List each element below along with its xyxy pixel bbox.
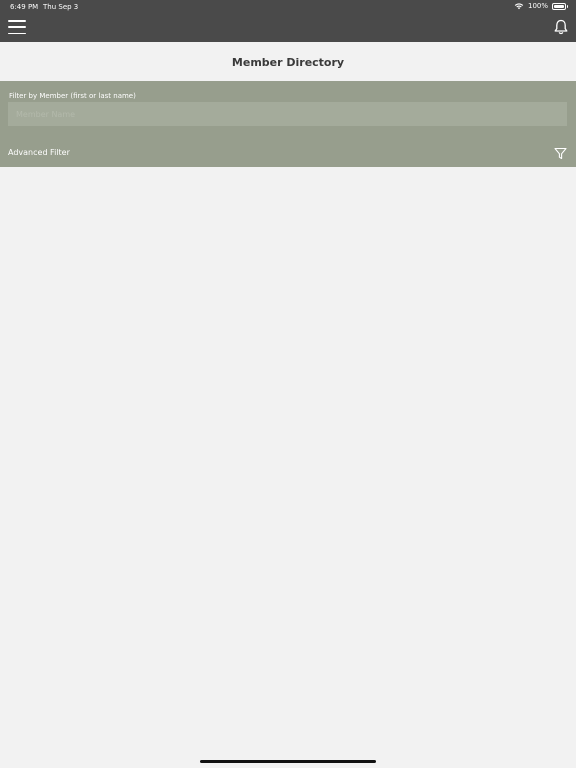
menu-line — [8, 32, 26, 34]
advanced-filter-link[interactable]: Advanced Filter — [8, 148, 70, 157]
wifi-icon — [514, 2, 524, 10]
status-time: 6:49 PM — [10, 3, 39, 11]
app-screen: 6:49 PM Thu Sep 3 100% Member Directory … — [0, 0, 576, 768]
status-bar: 6:49 PM Thu Sep 3 100% — [0, 0, 576, 14]
battery-icon — [552, 2, 568, 10]
status-date: Thu Sep 3 — [43, 3, 79, 11]
home-indicator[interactable] — [200, 760, 376, 763]
top-bar: 6:49 PM Thu Sep 3 100% — [0, 0, 576, 42]
page-title: Member Directory — [231, 55, 345, 69]
bell-icon[interactable] — [554, 19, 568, 35]
menu-line — [8, 20, 26, 22]
menu-line — [8, 26, 26, 28]
member-filter-label: Filter by Member (first or last name) — [9, 92, 136, 100]
battery-fill — [554, 4, 564, 8]
battery-percent: 100% — [527, 2, 548, 10]
member-list — [0, 167, 576, 757]
filter-panel: Filter by Member (first or last name) Ad… — [0, 81, 576, 167]
title-row: Member Directory — [0, 42, 576, 82]
member-search-input[interactable] — [8, 102, 567, 126]
status-indicators: 100% — [514, 2, 568, 10]
hamburger-menu-icon[interactable] — [8, 20, 26, 34]
battery-nub — [566, 5, 568, 8]
funnel-filter-icon[interactable] — [554, 147, 567, 160]
